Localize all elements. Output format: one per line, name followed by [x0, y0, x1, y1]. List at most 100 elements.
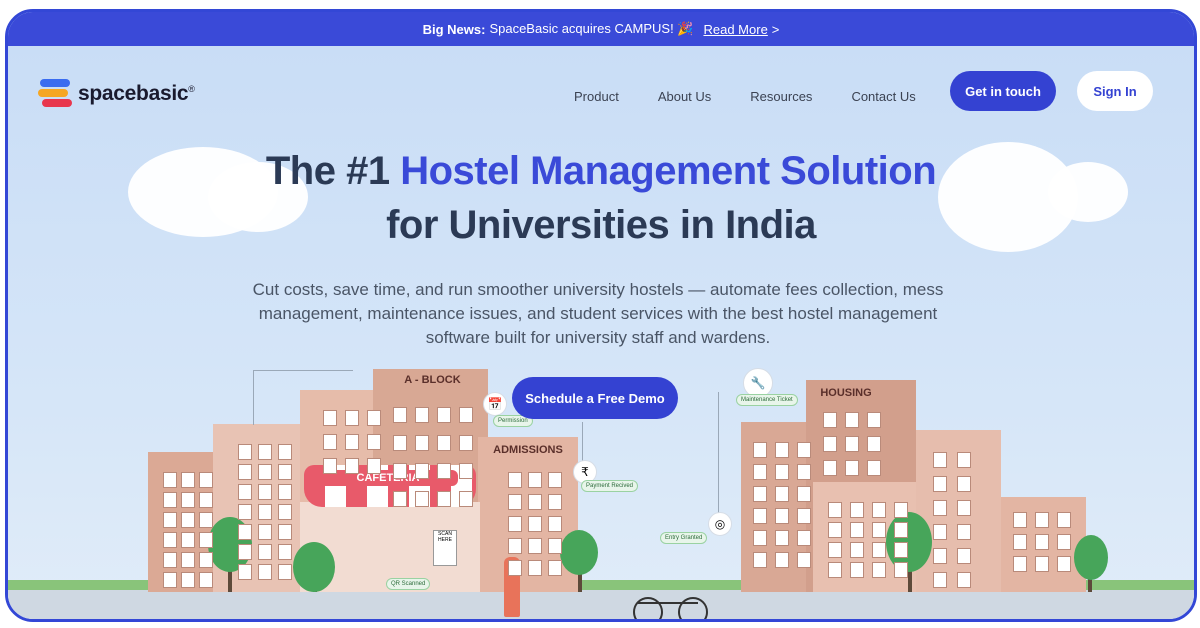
building-window	[828, 542, 842, 558]
hero-title-line2: for Universities in India	[386, 203, 816, 247]
connector-line	[582, 422, 583, 462]
announcement-label: Big News:	[422, 21, 486, 37]
building-window	[181, 552, 195, 568]
building-window	[199, 572, 213, 588]
building-window	[894, 522, 908, 538]
building-window	[323, 434, 337, 450]
tree	[886, 512, 932, 572]
chevron-right-icon: >	[771, 21, 780, 37]
building-window	[528, 516, 542, 532]
maintenance-ticket-badge: Maintenance Ticket	[736, 394, 798, 406]
entry-granted-badge: Entry Granted	[660, 532, 708, 544]
building-window	[548, 538, 562, 554]
building-window	[437, 491, 451, 507]
schedule-demo-button[interactable]: Schedule a Free Demo	[512, 377, 678, 419]
nav-link-about-us[interactable]: About Us	[658, 89, 711, 104]
building-window	[1057, 556, 1071, 572]
building-window	[508, 472, 522, 488]
building-window	[238, 564, 252, 580]
nav-link-product[interactable]: Product	[574, 89, 619, 104]
bicycle-wheel-icon	[633, 597, 663, 619]
tree	[293, 542, 335, 592]
building-window	[528, 560, 542, 576]
building-window	[753, 552, 767, 568]
building-window	[278, 504, 292, 520]
nav-links: Product About Us Resources Contact Us	[574, 89, 916, 104]
building-window	[199, 472, 213, 488]
building-window	[850, 502, 864, 518]
nav-link-resources[interactable]: Resources	[750, 89, 812, 104]
building-window	[753, 508, 767, 524]
building-window	[867, 412, 881, 428]
building-window	[278, 444, 292, 460]
building-window	[1057, 512, 1071, 528]
building-window	[933, 548, 947, 564]
building-window	[775, 552, 789, 568]
building-window	[459, 407, 473, 423]
building-window	[867, 460, 881, 476]
building-window	[528, 472, 542, 488]
building-window	[872, 522, 886, 538]
building-window	[415, 407, 429, 423]
building-window	[957, 476, 971, 492]
building-window	[894, 542, 908, 558]
spacebasic-logo-icon	[38, 79, 72, 109]
building-window	[345, 410, 359, 426]
building-window	[199, 512, 213, 528]
calendar-icon: 📅	[483, 392, 507, 416]
housing-sign: HOUSING	[820, 387, 872, 399]
sign-in-button[interactable]: Sign In	[1077, 71, 1153, 111]
connector-line	[253, 370, 353, 371]
building-window	[278, 524, 292, 540]
building-window	[181, 512, 195, 528]
building-window	[258, 484, 272, 500]
building-window	[548, 472, 562, 488]
building-window	[872, 542, 886, 558]
building-window	[823, 436, 837, 452]
building-window	[797, 530, 811, 546]
building-window	[957, 500, 971, 516]
brand-logo[interactable]: spacebasic®	[38, 79, 195, 109]
building-window	[872, 502, 886, 518]
get-in-touch-button[interactable]: Get in touch	[950, 71, 1056, 111]
building-window	[367, 410, 381, 426]
tree	[1074, 535, 1108, 580]
building-window	[872, 562, 886, 578]
building-window	[163, 472, 177, 488]
building-window	[437, 435, 451, 451]
building-window	[753, 486, 767, 502]
building-window	[238, 464, 252, 480]
building-window	[258, 564, 272, 580]
building-window	[258, 504, 272, 520]
nav-link-contact-us[interactable]: Contact Us	[851, 89, 915, 104]
qr-scanned-badge: QR Scanned	[386, 578, 431, 590]
a-block-sign: A - BLOCK	[404, 374, 461, 386]
building-window	[278, 464, 292, 480]
bicycle-wheel-icon	[678, 597, 708, 619]
building-window	[415, 491, 429, 507]
building-window	[508, 494, 522, 510]
tree	[560, 530, 598, 575]
building-window	[528, 494, 542, 510]
announcement-bar: Big News: SpaceBasic acquires CAMPUS! 🎉 …	[8, 12, 1194, 46]
building-window	[528, 538, 542, 554]
top-nav: spacebasic® Product About Us Resources C…	[8, 46, 1194, 136]
building-window	[797, 508, 811, 524]
building-window	[163, 572, 177, 588]
building-window	[459, 435, 473, 451]
building-window	[163, 492, 177, 508]
connector-line	[718, 392, 719, 532]
building-window	[437, 407, 451, 423]
building-window	[459, 463, 473, 479]
hero-title: The #1 Hostel Management Solution for Un…	[265, 149, 937, 247]
building-window	[393, 463, 407, 479]
building-window	[894, 502, 908, 518]
building-window	[1035, 512, 1049, 528]
building-window	[828, 502, 842, 518]
building-window	[258, 544, 272, 560]
read-more-link[interactable]: Read More	[703, 22, 767, 37]
page-frame: Big News: SpaceBasic acquires CAMPUS! 🎉 …	[5, 9, 1197, 622]
building-window	[1057, 534, 1071, 550]
building-window	[823, 412, 837, 428]
building-window	[393, 491, 407, 507]
